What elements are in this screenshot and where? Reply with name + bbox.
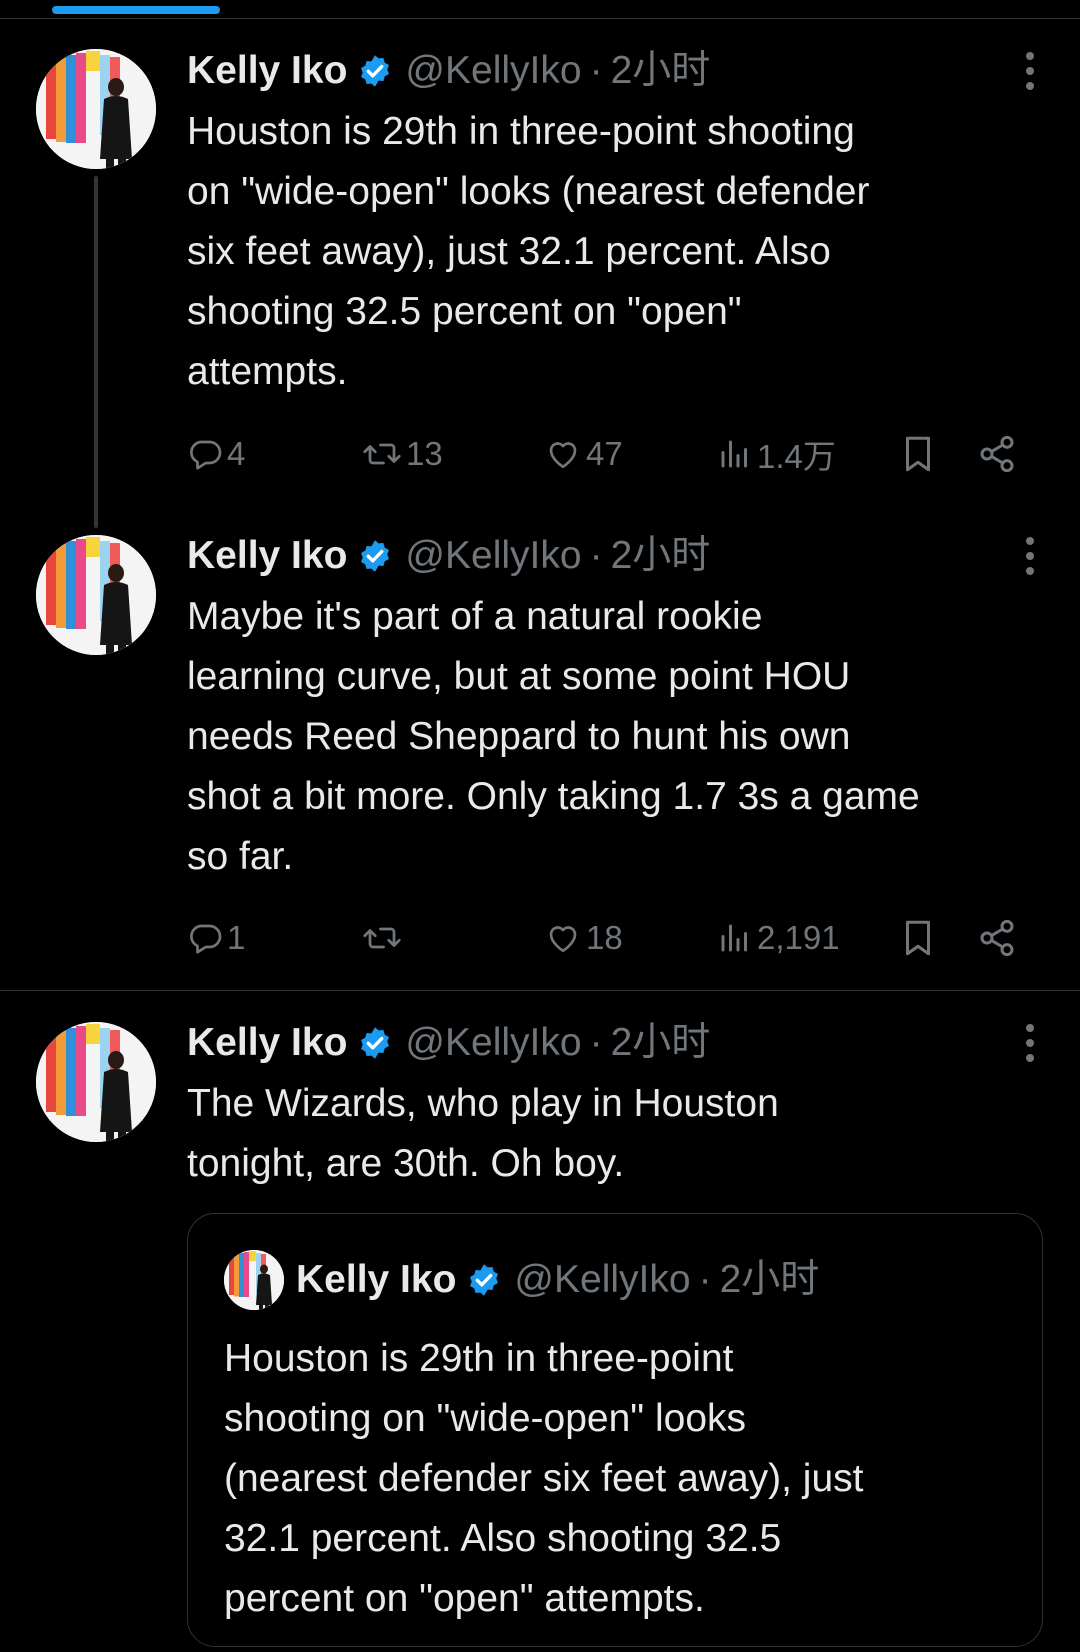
reply-icon — [187, 920, 227, 956]
tweet-divider — [0, 990, 1080, 991]
verified-badge-icon — [466, 1262, 502, 1298]
views-count: 2,191 — [757, 919, 840, 956]
repost-count: 13 — [406, 435, 443, 472]
bookmark-button[interactable] — [900, 913, 940, 963]
bookmark-icon — [900, 434, 940, 474]
separator-dot: · — [589, 534, 603, 577]
share-icon — [977, 918, 1021, 958]
tweet-actions: 1 18 2,191 — [187, 913, 1027, 963]
tweet-header: Kelly Iko @KellyIko · 2小时 — [187, 1018, 1020, 1068]
repost-icon — [362, 436, 406, 472]
avatar[interactable] — [36, 535, 156, 655]
reply-button[interactable]: 1 — [187, 913, 245, 963]
timestamp: 2小时 — [719, 1258, 820, 1301]
timestamp[interactable]: 2小时 — [611, 46, 711, 96]
more-icon[interactable] — [1018, 531, 1042, 581]
author-handle: @KellyIko — [514, 1258, 691, 1301]
author-handle[interactable]: @KellyIko — [405, 531, 581, 581]
timestamp[interactable]: 2小时 — [611, 531, 711, 581]
share-icon — [977, 434, 1021, 474]
share-button[interactable] — [977, 913, 1021, 963]
reply-icon — [187, 436, 227, 472]
share-button[interactable] — [977, 429, 1021, 479]
top-divider — [0, 18, 1080, 19]
avatar[interactable] — [36, 49, 156, 169]
timestamp[interactable]: 2小时 — [611, 1018, 711, 1068]
bookmark-button[interactable] — [900, 429, 940, 479]
author-name[interactable]: Kelly Iko — [187, 46, 347, 96]
tweet-text: Houston is 29th in three-point shooting … — [187, 110, 870, 393]
tweet-text: Maybe it's part of a natural rookie lear… — [187, 595, 920, 878]
reply-count: 1 — [227, 919, 246, 956]
tweet-actions: 4 13 47 1.4万 — [187, 429, 1027, 479]
like-icon — [544, 920, 586, 956]
views-icon — [717, 920, 757, 956]
quoted-tweet-header: Kelly Iko @KellyIko · 2小时 — [296, 1255, 819, 1305]
thread-line — [94, 176, 98, 528]
reply-count: 4 — [227, 435, 246, 472]
repost-button[interactable]: 13 — [362, 429, 443, 479]
separator-dot: · — [698, 1258, 712, 1301]
tab-indicator — [52, 6, 220, 14]
reply-button[interactable]: 4 — [187, 429, 245, 479]
author-name: Kelly Iko — [296, 1258, 457, 1301]
like-count: 18 — [586, 919, 623, 956]
repost-button[interactable] — [362, 913, 406, 963]
views-button[interactable]: 2,191 — [717, 913, 840, 963]
verified-badge-icon — [357, 538, 393, 574]
repost-icon — [362, 920, 406, 956]
quoted-tweet-text: Houston is 29th in three-point shooting … — [224, 1337, 864, 1620]
verified-badge-icon — [357, 1025, 393, 1061]
verified-badge-icon — [357, 53, 393, 89]
like-count: 47 — [586, 435, 623, 472]
like-icon — [544, 436, 586, 472]
tweet-header: Kelly Iko @KellyIko · 2小时 — [187, 531, 1020, 581]
avatar — [224, 1250, 284, 1310]
more-icon[interactable] — [1018, 1018, 1042, 1068]
bookmark-icon — [900, 918, 940, 958]
tweet-text: The Wizards, who play in Houston tonight… — [187, 1082, 779, 1185]
author-name[interactable]: Kelly Iko — [187, 531, 347, 581]
tweet-header: Kelly Iko @KellyIko · 2小时 — [187, 46, 1020, 96]
views-icon — [717, 436, 757, 472]
views-button[interactable]: 1.4万 — [717, 429, 836, 479]
author-handle[interactable]: @KellyIko — [405, 46, 581, 96]
views-count: 1.4万 — [757, 438, 836, 475]
separator-dot: · — [589, 49, 603, 92]
more-icon[interactable] — [1018, 46, 1042, 96]
avatar[interactable] — [36, 1022, 156, 1142]
author-handle[interactable]: @KellyIko — [405, 1018, 581, 1068]
like-button[interactable]: 47 — [544, 429, 623, 479]
quoted-tweet[interactable]: Kelly Iko @KellyIko · 2小时 Houston is 29t… — [187, 1213, 1043, 1647]
author-name[interactable]: Kelly Iko — [187, 1018, 347, 1068]
separator-dot: · — [589, 1021, 603, 1064]
like-button[interactable]: 18 — [544, 913, 623, 963]
